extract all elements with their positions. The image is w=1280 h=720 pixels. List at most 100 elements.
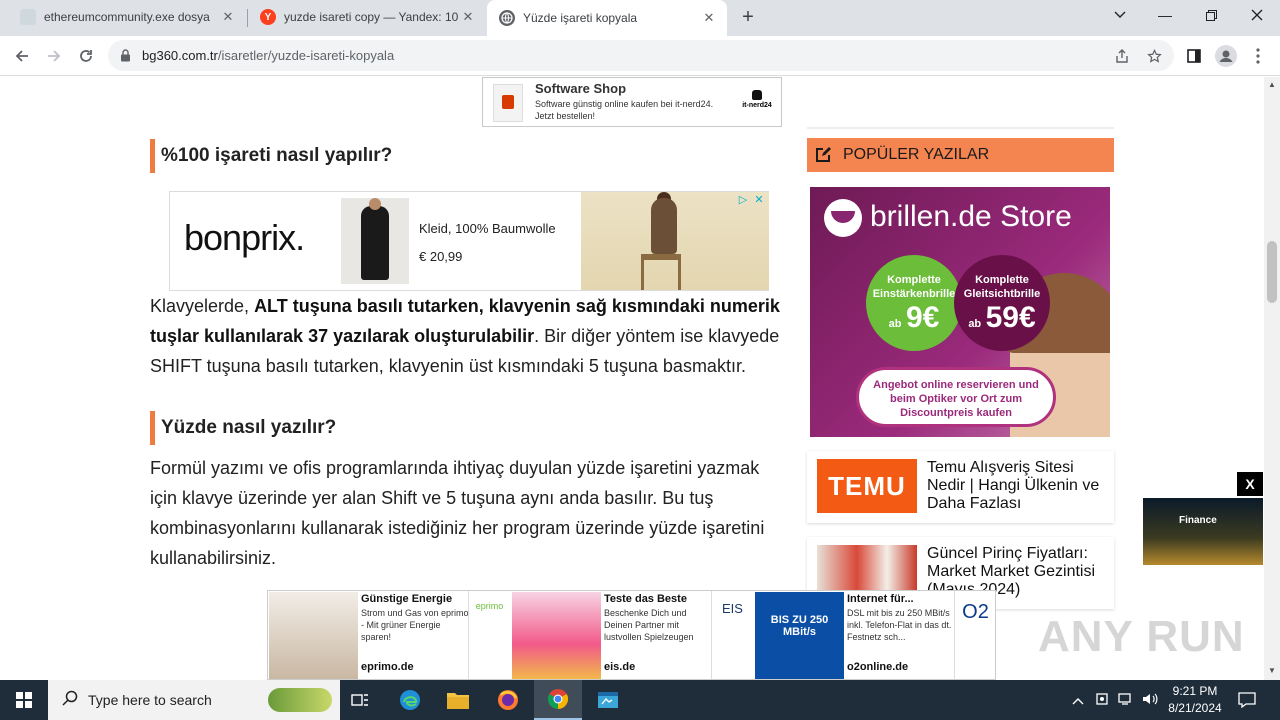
- ad-image: [269, 592, 358, 679]
- notification-icon[interactable]: [1238, 680, 1256, 720]
- side-panel-icon[interactable]: [1182, 44, 1206, 68]
- ad-description: Beschenke Dich und Deinen Partner mit lu…: [604, 608, 694, 642]
- taskbar-search[interactable]: Type here to search: [48, 680, 340, 720]
- close-icon[interactable]: ✕: [460, 9, 476, 25]
- share-icon[interactable]: [1112, 46, 1132, 66]
- offer-price: 9€: [905, 301, 940, 334]
- ad-label: Finance: [1179, 515, 1217, 526]
- file-explorer-icon[interactable]: [434, 680, 482, 720]
- ad-title: Internet für...: [847, 593, 914, 605]
- ad-url: o2online.de: [847, 661, 909, 673]
- offer-label: Komplette Einstärkenbrille: [872, 274, 956, 300]
- eis-logo: EIS: [711, 591, 753, 679]
- system-tray: [1070, 680, 1162, 720]
- network-icon[interactable]: [1114, 692, 1138, 709]
- edge-icon[interactable]: [386, 680, 434, 720]
- offer-single-vision: Komplette Einstärkenbrille ab 9€: [866, 255, 962, 351]
- chevron-up-icon[interactable]: [1070, 693, 1086, 708]
- ad-title: Teste das Beste: [604, 593, 687, 605]
- scroll-down-arrow[interactable]: ▼: [1268, 667, 1276, 675]
- start-button[interactable]: [0, 680, 48, 720]
- page-scrollbar[interactable]: ▲ ▼: [1264, 77, 1280, 680]
- finance-video-ad[interactable]: Finance: [1143, 498, 1263, 565]
- new-tab-button[interactable]: +: [738, 7, 758, 27]
- tab-yandex[interactable]: Y yuzde isareti copy — Yandex: 10 ✕: [248, 0, 486, 34]
- device-icon[interactable]: [1090, 692, 1114, 709]
- tab-search-icon[interactable]: [1097, 0, 1143, 30]
- eprimo-ad[interactable]: Günstige Energie Strom und Gas von eprim…: [268, 591, 511, 679]
- taskbar-clock[interactable]: 9:21 PM 8/21/2024: [1160, 683, 1230, 717]
- yandex-icon: Y: [260, 9, 276, 25]
- url-host: bg360.com.tr: [142, 48, 218, 63]
- section-heading-1: %100 işareti nasıl yapılır?: [150, 139, 392, 173]
- it-nerd24-logo: it-nerd24: [739, 90, 775, 109]
- ad-price: € 20,99: [419, 249, 463, 264]
- reload-button[interactable]: [74, 44, 98, 68]
- dress-image: [341, 198, 409, 284]
- software-shop-ad[interactable]: Software Shop Software günstig online ka…: [482, 77, 782, 127]
- ad-description: Strom und Gas von eprimo - Mit grüner En…: [361, 608, 469, 642]
- offer-price: 59€: [985, 301, 1036, 334]
- edit-icon: [813, 145, 833, 165]
- chrome-icon[interactable]: [534, 680, 582, 720]
- restore-button[interactable]: [1188, 0, 1234, 30]
- close-icon[interactable]: ✕: [701, 10, 717, 26]
- minimize-button[interactable]: —: [1142, 0, 1188, 30]
- eis-ad[interactable]: Teste das Beste Beschenke Dich und Deine…: [511, 591, 754, 679]
- image-icon: [20, 9, 36, 25]
- forward-button[interactable]: [42, 44, 66, 68]
- brillen-ad[interactable]: brillen.de Store Komplette Einstärkenbri…: [810, 187, 1110, 437]
- ad-product: Kleid, 100% Baumwolle: [419, 221, 556, 236]
- eprimo-logo: eprimo: [468, 591, 510, 679]
- address-bar[interactable]: bg360.com.tr/isaretler/yuzde-isareti-kop…: [108, 40, 1174, 71]
- office-box-image: [493, 84, 523, 122]
- paragraph-1: Klavyelerde, ALT tuşuna basılı tutarken,…: [150, 291, 790, 381]
- windows-taskbar: Type here to search 9:21 PM 8/21/2024: [0, 680, 1280, 720]
- close-ad-icon[interactable]: ✕: [752, 193, 766, 207]
- close-window-button[interactable]: [1234, 0, 1280, 30]
- close-icon[interactable]: ✕: [220, 9, 236, 25]
- search-icon: [62, 690, 80, 710]
- popular-post-card[interactable]: TEMU Temu Alışveriş Sitesi Nedir | Hangi…: [807, 451, 1114, 523]
- firefox-icon[interactable]: [484, 680, 532, 720]
- avatar: [1215, 45, 1237, 67]
- bonprix-ad[interactable]: bonprix. Kleid, 100% Baumwolle € 20,99 ▷…: [169, 191, 769, 291]
- ad-logo-text: it-nerd24: [742, 102, 772, 109]
- scroll-up-arrow[interactable]: ▲: [1268, 81, 1276, 89]
- ad-cta-button[interactable]: Angebot online reservieren und beim Opti…: [856, 367, 1056, 427]
- task-view-icon[interactable]: [336, 680, 384, 720]
- back-button[interactable]: [10, 44, 34, 68]
- menu-kebab-icon[interactable]: [1246, 44, 1270, 68]
- post-title[interactable]: Temu Alışveriş Sitesi Nedir | Hangi Ülke…: [927, 459, 1105, 513]
- lock-icon[interactable]: [120, 49, 134, 63]
- bookmark-star-icon[interactable]: [1144, 46, 1164, 66]
- tab-ethereumcommunity[interactable]: ethereumcommunity.exe dosya ✕: [8, 0, 246, 34]
- ad-title: Günstige Energie: [361, 593, 453, 605]
- adchoices-icon[interactable]: ▷: [736, 193, 750, 207]
- ad-badge: BIS ZU 250 MBit/s: [755, 592, 844, 679]
- search-highlight-image: [268, 688, 332, 712]
- text: Klavyelerde,: [150, 296, 255, 316]
- scroll-thumb[interactable]: [1267, 241, 1277, 303]
- bonprix-logo: bonprix.: [184, 217, 305, 258]
- post-thumbnail: TEMU: [817, 459, 917, 513]
- price-prefix: ab: [888, 318, 902, 330]
- volume-icon[interactable]: [1138, 692, 1162, 709]
- paragraph-2: Formül yazımı ve ofis programlarında iht…: [150, 458, 765, 568]
- brillen-logo-icon: [824, 199, 862, 237]
- popular-posts-header: POPÜLER YAZILAR: [807, 138, 1114, 172]
- windows-logo-icon: [16, 692, 32, 708]
- tab-yuzde-isareti[interactable]: Yüzde işareti kopyala ✕: [487, 0, 727, 36]
- offer-label: Komplette Gleitsichtbrille: [963, 274, 1041, 300]
- browser-toolbar: bg360.com.tr/isaretler/yuzde-isareti-kop…: [0, 36, 1280, 76]
- o2-ad[interactable]: BIS ZU 250 MBit/s Internet für... DSL mi…: [754, 591, 997, 679]
- anyrun-watermark: ANY RUN: [1038, 612, 1245, 661]
- ad-image: [512, 592, 601, 679]
- app-window-icon[interactable]: [584, 680, 632, 720]
- globe-icon: [499, 10, 515, 26]
- close-floating-ad-button[interactable]: X: [1237, 472, 1263, 496]
- clock-time: 9:21 PM: [1172, 684, 1218, 698]
- cat-icon: [752, 90, 762, 100]
- profile-avatar[interactable]: [1214, 44, 1238, 68]
- o2-logo: O2: [954, 591, 996, 679]
